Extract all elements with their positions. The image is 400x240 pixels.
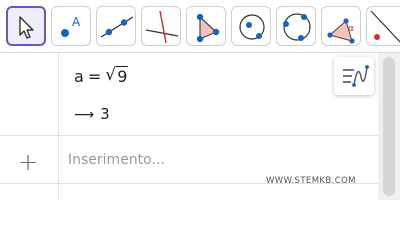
toolbar: A α xyxy=(0,0,400,52)
definition-expression[interactable]: a = √ 9 xyxy=(74,65,129,86)
reflect-tool-button[interactable] xyxy=(366,6,400,46)
algebra-input[interactable] xyxy=(68,152,358,168)
polygon-tool-button[interactable] xyxy=(186,6,226,46)
output-value: ⟶ 3 xyxy=(74,105,110,123)
radical-icon: √ xyxy=(105,65,117,85)
reflect-icon xyxy=(370,10,400,43)
point-tool-button[interactable]: A xyxy=(51,6,91,46)
radicand: 9 xyxy=(116,66,129,86)
point-icon: A xyxy=(61,15,81,37)
add-icon[interactable]: + xyxy=(18,148,38,176)
line-icon xyxy=(100,16,134,38)
move-arrow-icon xyxy=(19,16,34,39)
angle-icon: α xyxy=(327,18,355,44)
style-menu-icon xyxy=(343,65,369,87)
perpendicular-line-icon xyxy=(145,10,179,44)
svg-text:α: α xyxy=(348,24,354,34)
svg-text:A: A xyxy=(72,15,81,29)
line-tool-button[interactable] xyxy=(96,6,136,46)
polygon-icon xyxy=(196,13,220,43)
algebra-row[interactable]: a = √ 9 ⟶ 3 xyxy=(0,53,378,136)
variable-name: a xyxy=(74,67,84,86)
equals-sign: = xyxy=(87,67,102,86)
circle-center-tool-button[interactable] xyxy=(231,6,271,46)
watermark: WWW.STEMKB.COM xyxy=(266,176,356,186)
move-tool-button[interactable] xyxy=(6,6,46,46)
output-number: 3 xyxy=(100,105,110,123)
angle-tool-button[interactable]: α xyxy=(321,6,361,46)
algebra-style-button[interactable] xyxy=(334,57,374,95)
perpendicular-line-tool-button[interactable] xyxy=(141,6,181,46)
square-root: √ 9 xyxy=(105,65,129,86)
circle-three-points-tool-button[interactable] xyxy=(276,6,316,46)
scroll-thumb[interactable] xyxy=(383,57,395,196)
output-arrow-icon: ⟶ xyxy=(74,107,95,123)
scrollbar[interactable] xyxy=(378,53,400,200)
circle-through-points-icon xyxy=(283,13,311,41)
circle-center-point-icon xyxy=(239,14,265,40)
